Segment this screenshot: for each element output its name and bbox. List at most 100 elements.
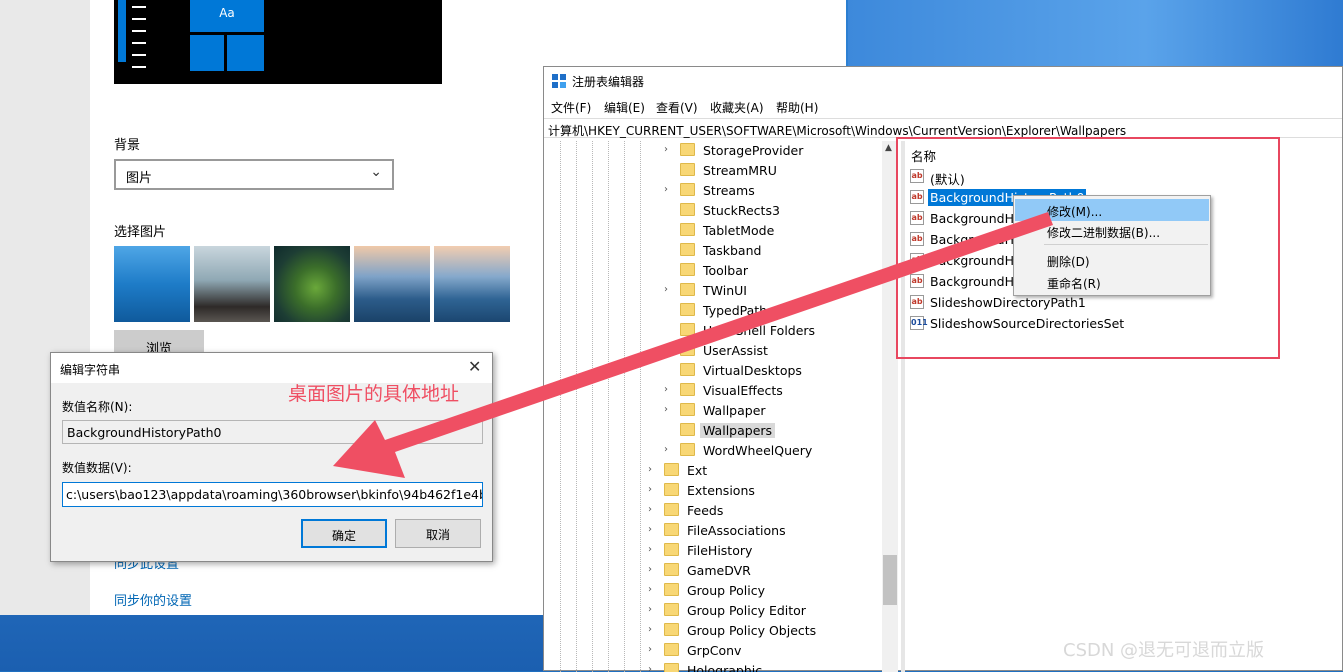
menu-help[interactable]: 帮助(H) <box>776 99 818 116</box>
expand-chevron-icon[interactable]: › <box>648 584 658 595</box>
picture-thumbnail[interactable] <box>114 246 190 322</box>
expand-chevron-icon[interactable]: › <box>648 564 658 575</box>
menu-separator <box>1044 244 1208 245</box>
background-label: 背景 <box>114 138 141 153</box>
regedit-title: 注册表编辑器 <box>572 75 645 89</box>
folder-icon <box>680 263 695 276</box>
folder-icon <box>680 403 695 416</box>
expand-chevron-icon[interactable]: › <box>664 404 674 415</box>
chevron-down-icon: ⌄ <box>370 164 382 180</box>
expand-chevron-icon[interactable]: › <box>648 644 658 655</box>
menu-bar: 文件(F) 编辑(E) 查看(V) 收藏夹(A) 帮助(H) <box>544 97 1342 117</box>
tree-scrollbar-thumb[interactable] <box>883 555 897 605</box>
expand-chevron-icon[interactable]: › <box>664 344 674 355</box>
folder-icon <box>680 203 695 216</box>
expand-chevron-icon[interactable]: › <box>648 524 658 535</box>
regedit-app-icon <box>552 74 566 88</box>
tree-item-label: FileAssociations <box>687 523 786 538</box>
picture-thumbnail[interactable] <box>354 246 430 322</box>
picture-thumbnail[interactable] <box>274 246 350 322</box>
expand-chevron-icon[interactable]: › <box>648 464 658 475</box>
preview-start-column <box>118 0 126 62</box>
folder-icon <box>680 303 695 316</box>
tree-item-label: TypedPaths <box>703 303 774 318</box>
folder-icon <box>664 603 679 616</box>
tree-item-label: UserAssist <box>703 343 768 358</box>
expand-chevron-icon[interactable]: › <box>664 384 674 395</box>
menu-item-modify-binary[interactable]: 修改二进制数据(B)... <box>1015 220 1209 242</box>
folder-icon <box>680 323 695 336</box>
value-data-field[interactable]: c:\users\bao123\appdata\roaming\360brows… <box>62 482 483 507</box>
address-bar[interactable]: 计算机\HKEY_CURRENT_USER\SOFTWARE\Microsoft… <box>544 118 1342 138</box>
folder-icon <box>664 583 679 596</box>
folder-icon <box>680 283 695 296</box>
folder-icon <box>680 143 695 156</box>
menu-item-rename[interactable]: 重命名(R) <box>1015 271 1209 293</box>
tree-guide-line <box>608 141 609 672</box>
desktop-wallpaper-strip <box>848 0 1343 66</box>
tree-item-label: FileHistory <box>687 543 753 558</box>
close-icon[interactable]: ✕ <box>468 357 481 376</box>
tree-item-label: VisualEffects <box>703 383 783 398</box>
tree-item-label: Taskband <box>703 243 762 258</box>
value-name-label: 数值名称(N): <box>62 400 133 414</box>
menu-item-delete[interactable]: 删除(D) <box>1015 249 1209 271</box>
tree-item-label: Group Policy <box>687 583 765 598</box>
tree-guide-line <box>576 141 577 672</box>
preview-line <box>132 18 146 20</box>
background-type-select[interactable]: 图片 ⌄ <box>114 159 394 190</box>
folder-icon <box>680 383 695 396</box>
folder-icon <box>664 503 679 516</box>
cancel-button[interactable]: 取消 <box>395 519 481 548</box>
regedit-titlebar[interactable]: 注册表编辑器 <box>544 67 1342 95</box>
preview-line <box>132 30 146 32</box>
context-menu: 修改(M)... 修改二进制数据(B)... 删除(D) 重命名(R) <box>1013 195 1211 296</box>
folder-icon <box>664 543 679 556</box>
annotation-text: 桌面图片的具体地址 <box>288 383 460 405</box>
tree-guide-line <box>592 141 593 672</box>
folder-icon <box>680 163 695 176</box>
expand-chevron-icon[interactable]: › <box>648 624 658 635</box>
expand-chevron-icon[interactable]: › <box>648 504 658 515</box>
folder-icon <box>664 463 679 476</box>
tree-item-label: Extensions <box>687 483 755 498</box>
menu-item-modify[interactable]: 修改(M)... <box>1015 199 1209 221</box>
tree-item-label: Wallpaper <box>703 403 766 418</box>
ok-button[interactable]: 确定 <box>301 519 387 548</box>
picture-thumbnail[interactable] <box>194 246 270 322</box>
folder-icon <box>664 623 679 636</box>
menu-file[interactable]: 文件(F) <box>551 99 591 116</box>
menu-edit[interactable]: 编辑(E) <box>604 99 645 116</box>
tree-item-label: User Shell Folders <box>703 323 816 338</box>
menu-favorites[interactable]: 收藏夹(A) <box>710 99 764 116</box>
preview-tile <box>227 35 264 71</box>
tree-item-label: TabletMode <box>703 223 775 238</box>
tree-item-label: Wallpapers <box>700 423 776 438</box>
menu-view[interactable]: 查看(V) <box>656 99 698 116</box>
scroll-up-icon[interactable]: ▲ <box>885 143 892 153</box>
tree-item-label: StreamMRU <box>703 163 777 178</box>
tree-item-label: Toolbar <box>703 263 749 278</box>
folder-icon <box>680 183 695 196</box>
folder-icon <box>664 483 679 496</box>
watermark-text: CSDN @退无可退而立版 <box>1063 640 1265 661</box>
expand-chevron-icon[interactable]: › <box>664 284 674 295</box>
expand-chevron-icon[interactable]: › <box>648 604 658 615</box>
tree-item-label: StuckRects3 <box>703 203 780 218</box>
preview-tile <box>190 35 224 71</box>
expand-chevron-icon[interactable]: › <box>648 544 658 555</box>
sync-settings-link[interactable]: 同步你的设置 <box>114 590 192 609</box>
folder-icon <box>664 643 679 656</box>
preview-line <box>132 6 146 8</box>
folder-icon <box>680 423 695 436</box>
expand-chevron-icon[interactable]: › <box>664 184 674 195</box>
value-data-label: 数值数据(V): <box>62 461 132 475</box>
expand-chevron-icon[interactable]: › <box>648 484 658 495</box>
tree-item-label: GrpConv <box>687 643 742 658</box>
expand-chevron-icon[interactable]: › <box>664 444 674 455</box>
preview-tile-text: Aa <box>219 6 235 20</box>
value-name-field: BackgroundHistoryPath0 <box>62 420 483 444</box>
picture-thumbnail[interactable] <box>434 246 510 322</box>
expand-chevron-icon[interactable]: › <box>664 144 674 155</box>
folder-icon <box>680 223 695 236</box>
